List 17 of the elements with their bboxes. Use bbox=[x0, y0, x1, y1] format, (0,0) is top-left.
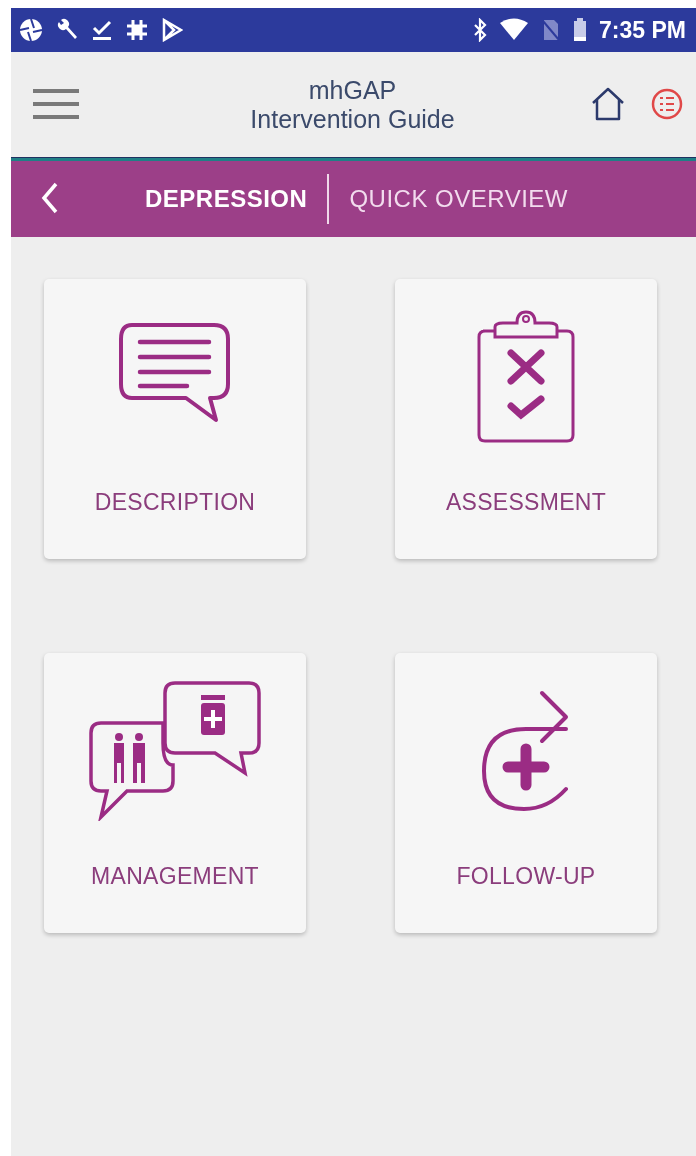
app-title: mhGAP bbox=[307, 76, 398, 105]
battery-icon bbox=[573, 18, 588, 42]
section-tile[interactable]: MANAGEMENT bbox=[44, 653, 306, 933]
section-tile[interactable]: FOLLOW-UP bbox=[395, 653, 657, 933]
section-title: DEPRESSION bbox=[145, 185, 308, 213]
download-done-icon bbox=[91, 18, 113, 42]
clock-time: 7:35 PM bbox=[599, 16, 686, 44]
page-title: QUICK OVERVIEW bbox=[349, 185, 568, 213]
wrench-icon bbox=[55, 18, 79, 42]
aperture-icon bbox=[19, 18, 43, 42]
conversation-icon bbox=[89, 681, 261, 821]
wifi-icon bbox=[499, 18, 530, 42]
bluetooth-icon bbox=[473, 18, 488, 42]
section-tile[interactable]: ASSESSMENT bbox=[395, 279, 657, 559]
play-store-icon bbox=[161, 18, 183, 42]
app-title: Intervention Guide bbox=[249, 105, 456, 134]
section-tile[interactable]: DESCRIPTION bbox=[44, 279, 306, 559]
